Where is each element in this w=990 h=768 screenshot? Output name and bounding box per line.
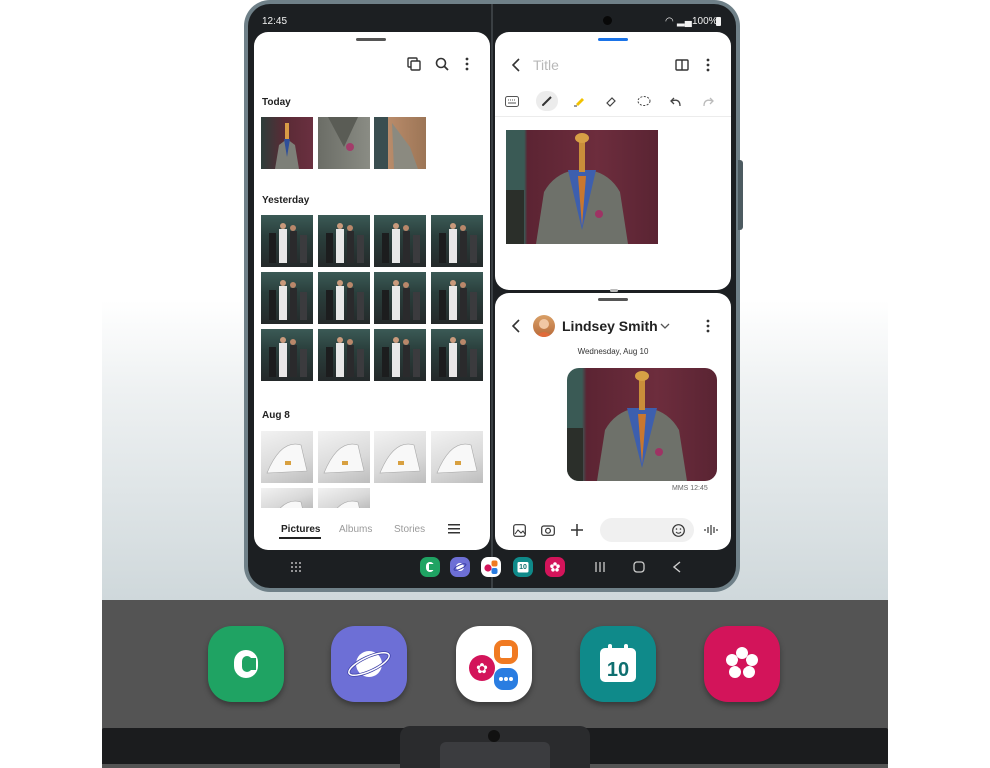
tab-stories[interactable]: Stories — [394, 524, 425, 535]
messages-pane-handle[interactable] — [598, 298, 628, 301]
photo-thumb[interactable] — [318, 215, 370, 267]
phone-app-icon[interactable] — [208, 626, 284, 702]
chat-back-icon[interactable] — [510, 318, 522, 334]
battery-text: 100% — [692, 16, 718, 27]
notes-more-icon[interactable] — [702, 57, 714, 73]
add-icon[interactable] — [569, 522, 585, 538]
eraser-icon[interactable] — [603, 93, 619, 109]
photo-thumb[interactable] — [261, 431, 313, 483]
keyboard-icon[interactable] — [504, 93, 520, 109]
back-arrow-icon[interactable] — [510, 57, 522, 73]
mms-image-bubble[interactable] — [567, 368, 717, 481]
photo-thumb[interactable] — [261, 329, 313, 381]
svg-text:10: 10 — [607, 659, 629, 681]
taskbar-gallery-icon[interactable] — [545, 557, 565, 577]
photo-thumb[interactable] — [261, 272, 313, 324]
nav-back-icon[interactable] — [669, 559, 685, 575]
redo-icon[interactable] — [700, 93, 716, 109]
gallery-app-icon[interactable] — [704, 626, 780, 702]
notes-toolbar-divider — [495, 116, 731, 117]
hinge-right — [560, 728, 888, 764]
taskbar-internet-icon[interactable] — [450, 557, 470, 577]
planet-icon — [347, 651, 391, 677]
recents-icon[interactable] — [592, 559, 608, 575]
calendar-icon: 10 — [600, 644, 636, 682]
phone-icon — [234, 650, 258, 678]
emoji-icon[interactable] — [670, 522, 686, 538]
taskbar-calendar-day: 10 — [519, 563, 527, 571]
photo-thumb[interactable] — [261, 117, 313, 169]
chat-date: Wednesday, Aug 10 — [577, 347, 649, 356]
photo-thumb[interactable] — [318, 272, 370, 324]
chevron-down-icon[interactable] — [659, 321, 671, 331]
home-icon[interactable] — [631, 559, 647, 575]
message-meta: MMS 12:45 — [672, 485, 708, 492]
photo-thumb[interactable] — [374, 117, 426, 169]
photo-thumb[interactable] — [374, 329, 426, 381]
gallery-pane-handle[interactable] — [356, 38, 386, 41]
photo-thumb[interactable] — [431, 329, 483, 381]
photo-thumb[interactable] — [318, 488, 370, 508]
folder-apps-icon: ✿ — [469, 640, 518, 690]
taskbar-calendar-icon[interactable]: 10 — [513, 557, 533, 577]
photo-thumb[interactable] — [261, 215, 313, 267]
flower-icon — [726, 647, 758, 678]
camera-icon[interactable] — [540, 522, 556, 538]
hinge-left — [102, 728, 432, 764]
section-label-aug8: Aug 8 — [262, 410, 290, 421]
split-divider-handle[interactable] — [610, 289, 618, 292]
book-icon[interactable] — [674, 57, 690, 73]
calendar-app-icon[interactable]: 10 — [580, 626, 656, 702]
image-attach-icon[interactable] — [511, 522, 527, 538]
tab-albums[interactable]: Albums — [339, 524, 372, 535]
photo-thumb[interactable] — [374, 431, 426, 483]
taskbar-phone-icon[interactable] — [420, 557, 440, 577]
voice-icon[interactable] — [703, 522, 719, 538]
side-button — [738, 160, 743, 230]
notes-pane-handle[interactable] — [598, 38, 628, 41]
screen-crease — [491, 4, 493, 588]
status-time: 12:45 — [262, 16, 288, 27]
photo-thumb[interactable] — [318, 117, 370, 169]
internet-app-icon[interactable] — [331, 626, 407, 702]
avatar[interactable] — [533, 315, 555, 337]
pen-icon[interactable] — [536, 91, 558, 111]
photo-thumb[interactable] — [318, 431, 370, 483]
photo-thumb[interactable] — [374, 215, 426, 267]
photo-thumb[interactable] — [431, 272, 483, 324]
chat-more-icon[interactable] — [702, 318, 714, 334]
undo-icon[interactable] — [668, 93, 684, 109]
more-icon[interactable] — [460, 56, 474, 72]
samsung-folder-icon[interactable]: ✿ — [456, 626, 532, 702]
photo-thumb[interactable] — [431, 431, 483, 483]
hinge-pin — [488, 730, 500, 742]
tab-pictures[interactable]: Pictures — [281, 524, 320, 535]
wifi-icon: ◠ — [665, 16, 674, 27]
svg-text:✿: ✿ — [476, 661, 488, 677]
highlighter-icon[interactable] — [571, 93, 587, 109]
battery-icon — [716, 17, 721, 26]
camera-punch-hole — [603, 16, 612, 25]
screen: ✿ 10 12:45 ◠ ▂▄ 100% Today Yesterday Aug… — [0, 0, 990, 768]
note-image[interactable] — [506, 130, 658, 244]
photo-thumb[interactable] — [374, 272, 426, 324]
contact-name[interactable]: Lindsey Smith — [562, 318, 658, 334]
taskbar-folder-icon[interactable] — [481, 557, 501, 577]
search-icon[interactable] — [434, 56, 450, 72]
menu-icon[interactable] — [447, 522, 461, 536]
photo-thumb[interactable] — [431, 215, 483, 267]
photo-thumb[interactable] — [261, 488, 313, 508]
hinge-center-inner — [440, 742, 550, 768]
tab-pictures-underline — [279, 537, 321, 539]
lasso-icon[interactable] — [636, 93, 652, 109]
select-icon[interactable] — [406, 56, 422, 72]
note-title-input[interactable]: Title — [533, 57, 559, 73]
signal-icon: ▂▄ — [677, 16, 692, 27]
section-label-yesterday: Yesterday — [262, 195, 310, 206]
app-drawer-icon[interactable] — [288, 559, 304, 575]
photo-thumb[interactable] — [318, 329, 370, 381]
section-label-today: Today — [262, 97, 291, 108]
